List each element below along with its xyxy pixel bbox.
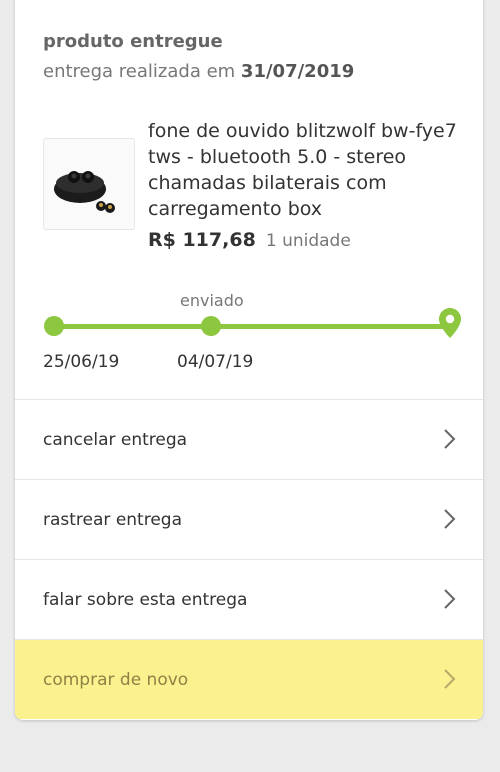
chevron-right-icon (444, 509, 456, 529)
buy-again-label: comprar de novo (43, 669, 189, 690)
talk-about-delivery-button[interactable]: falar sobre esta entrega (15, 559, 483, 639)
delivery-subtitle-prefix: entrega realizada em (43, 61, 236, 82)
product-quantity: 1 unidade (265, 231, 351, 251)
cancel-delivery-button[interactable]: cancelar entrega (15, 399, 483, 479)
tracking-date-start: 25/06/19 (43, 352, 120, 372)
earbuds-image (54, 171, 115, 213)
talk-about-delivery-label: falar sobre esta entrega (43, 589, 248, 610)
tracking-date-shipped: 04/07/19 (177, 352, 254, 372)
track-delivery-button[interactable]: rastrear entrega (15, 479, 483, 559)
delivery-date: 31/07/2019 (240, 61, 355, 82)
order-card: produto entregue entrega realizada em 31… (15, 0, 483, 720)
product-thumbnail[interactable] (43, 138, 135, 230)
delivery-status-title: produto entregue (43, 31, 223, 52)
tracking-progress-line (53, 324, 443, 329)
tracking-dot-start (44, 316, 64, 336)
tracking-dot-shipped (201, 316, 221, 336)
location-pin-icon (439, 308, 461, 338)
product-name[interactable]: fone de ouvido blitzwolf bw-fye7 tws - b… (148, 118, 468, 222)
chevron-right-icon (444, 589, 456, 609)
chevron-right-icon (444, 669, 456, 689)
cancel-delivery-label: cancelar entrega (43, 429, 188, 450)
product-price: R$ 117,68 (148, 229, 256, 251)
track-delivery-label: rastrear entrega (43, 509, 182, 530)
price-line: R$ 117,68 1 unidade (148, 229, 351, 251)
buy-again-button[interactable]: comprar de novo (15, 639, 483, 719)
delivery-status-subtitle: entrega realizada em 31/07/2019 (43, 61, 354, 82)
chevron-right-icon (444, 429, 456, 449)
tracking-step-label: enviado (180, 291, 244, 310)
